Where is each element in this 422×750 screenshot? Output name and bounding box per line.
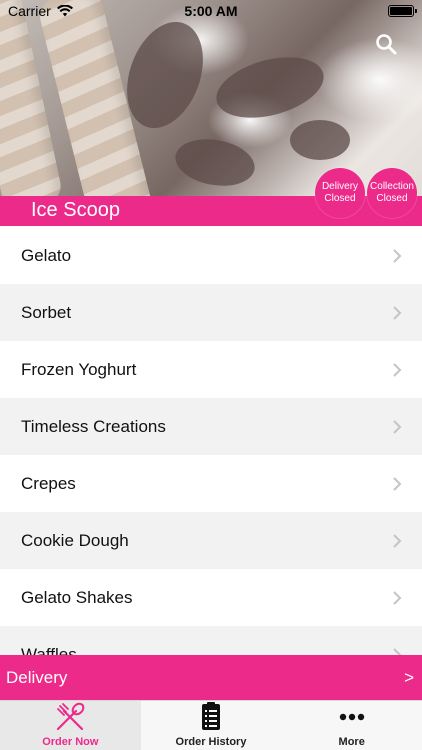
menu-item-label: Gelato: [21, 245, 72, 265]
chevron-right-icon: [393, 476, 402, 491]
menu-item-sorbet[interactable]: Sorbet: [0, 284, 422, 341]
more-dots-icon: [339, 713, 364, 721]
collection-status-badge: Collection Closed: [367, 168, 417, 218]
delivery-status-badge: Delivery Closed: [315, 168, 365, 218]
chevron-right-icon: [393, 533, 402, 548]
tab-label: More: [338, 736, 365, 748]
chevron-right-icon: [393, 248, 402, 263]
collection-badge-line1: Collection: [370, 181, 414, 192]
carrier-label: Carrier: [8, 3, 51, 19]
tab-more[interactable]: More: [281, 701, 422, 750]
tab-label: Order Now: [42, 736, 99, 748]
menu-item-label: Frozen Yoghurt: [21, 359, 137, 379]
menu-item-label: Cookie Dough: [21, 530, 129, 550]
chevron-right-icon: [393, 362, 402, 377]
tab-order-now[interactable]: Order Now: [0, 701, 141, 750]
delivery-badge-line1: Delivery: [321, 181, 359, 192]
menu-item-label: Sorbet: [21, 302, 72, 322]
receipt-icon: [202, 702, 220, 730]
tab-order-history[interactable]: Order History: [141, 701, 282, 750]
chevron-right-icon: [393, 305, 402, 320]
menu-item-waffles[interactable]: Waffles: [0, 626, 422, 655]
menu-item-crepes[interactable]: Crepes: [0, 455, 422, 512]
menu-item-label: Waffles: [21, 644, 77, 656]
delivery-arrow-icon: >: [404, 667, 414, 687]
chevron-right-icon: [393, 590, 402, 605]
search-icon: [376, 34, 397, 55]
delivery-mode-bar[interactable]: Delivery >: [0, 655, 422, 700]
menu-item-label: Crepes: [21, 473, 76, 493]
chevron-right-icon: [393, 419, 402, 434]
status-bar: Carrier 5:00 AM: [0, 0, 422, 22]
collection-badge-line2: Closed: [376, 193, 408, 204]
delivery-mode-label: Delivery: [6, 667, 68, 687]
menu-item-label: Timeless Creations: [21, 416, 166, 436]
chevron-right-icon: [393, 647, 402, 655]
menu-item-gelato-shakes[interactable]: Gelato Shakes: [0, 569, 422, 626]
menu-item-timeless-creations[interactable]: Timeless Creations: [0, 398, 422, 455]
delivery-badge-line2: Closed: [324, 193, 356, 204]
menu-item-label: Gelato Shakes: [21, 587, 133, 607]
wifi-icon: [56, 5, 73, 17]
store-title: Ice Scoop: [31, 199, 120, 221]
menu-category-list[interactable]: Gelato Sorbet Frozen Yoghurt Timeless Cr…: [0, 227, 422, 655]
menu-item-frozen-yoghurt[interactable]: Frozen Yoghurt: [0, 341, 422, 398]
search-button[interactable]: [374, 32, 398, 56]
cutlery-icon: [57, 702, 85, 731]
menu-item-gelato[interactable]: Gelato: [0, 227, 422, 284]
bottom-tab-bar: Order Now Order History More: [0, 700, 422, 750]
menu-item-cookie-dough[interactable]: Cookie Dough: [0, 512, 422, 569]
battery-icon: [388, 5, 417, 17]
tab-label: Order History: [175, 736, 247, 748]
